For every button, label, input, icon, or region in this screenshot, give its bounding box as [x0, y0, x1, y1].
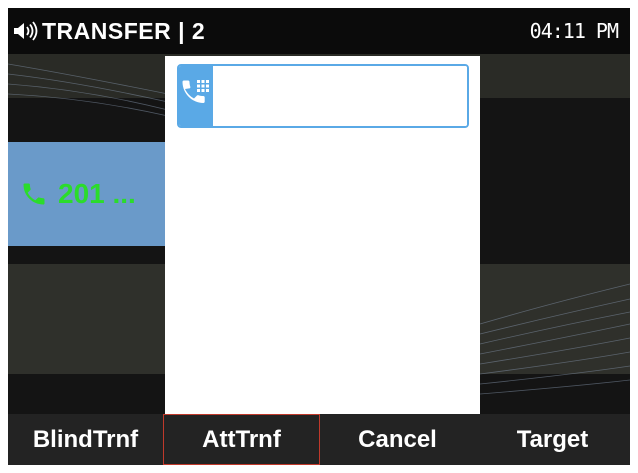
phone-screen: TRANSFER | 2 04:11 PM 201 ... BlindTrnf …: [8, 8, 630, 465]
transfer-dialog: [165, 56, 480, 414]
target-softkey[interactable]: Target: [475, 414, 630, 465]
dialpad-phone-icon: [179, 77, 213, 116]
transfer-number-input[interactable]: [213, 66, 467, 126]
blind-transfer-softkey[interactable]: BlindTrnf: [8, 414, 163, 465]
softkey-bar: BlindTrnf AttTrnf Cancel Target: [8, 414, 630, 465]
transfer-number-field[interactable]: [177, 64, 469, 128]
call-line-item[interactable]: 201 ...: [8, 142, 168, 246]
cancel-softkey[interactable]: Cancel: [320, 414, 475, 465]
speaker-volume-icon: [12, 20, 42, 42]
call-line-label: 201 ...: [58, 178, 136, 209]
dialpad-phone-icon-cell: [179, 66, 213, 126]
phone-icon: [20, 180, 48, 208]
clock-time: 04:11 PM: [529, 19, 619, 43]
status-bar: TRANSFER | 2 04:11 PM: [8, 8, 630, 54]
attended-transfer-softkey[interactable]: AttTrnf: [163, 414, 320, 465]
screen-title: TRANSFER | 2: [42, 17, 206, 44]
